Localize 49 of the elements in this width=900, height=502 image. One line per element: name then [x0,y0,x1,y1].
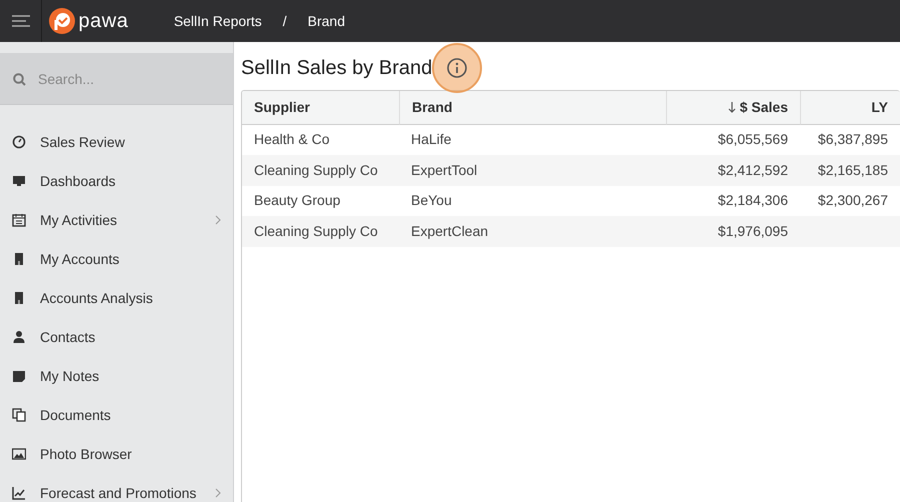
table-cell-text: HaLife [411,130,452,150]
note-icon [12,369,26,383]
table-cell-text: $2,412,592 [718,160,788,180]
page-title: SellIn Sales by Brand [241,56,432,80]
column-header[interactable]: Brand [399,90,666,124]
building-icon [12,291,26,305]
table-cell-text: $2,165,185 [818,160,888,180]
menu-icon[interactable] [12,15,30,27]
building-icon [12,252,26,266]
documents-icon [12,408,26,422]
sidebar-item[interactable]: Accounts Analysis [0,278,233,318]
search-icon [13,73,26,86]
gauge-icon [12,135,26,149]
sidebar-item[interactable]: My Notes [0,356,233,396]
column-header[interactable]: Supplier [242,90,399,124]
table-cell-text: Beauty Group [254,191,340,210]
sidebar-item[interactable]: My Accounts [0,240,233,278]
person-icon [12,330,26,344]
table-cell-text: ExpertTool [411,160,478,180]
table-cell-text: $2,184,306 [718,191,788,210]
logo-icon [49,8,75,34]
sidebar-item[interactable]: Documents [0,396,233,434]
breadcrumb[interactable]: / [282,10,287,32]
breadcrumb[interactable]: SellIn Reports [174,10,262,32]
chart-icon [12,486,26,500]
breadcrumb[interactable]: Brand [308,10,345,32]
sidebar-item[interactable]: My Activities [0,200,233,240]
sidebar-item[interactable]: Photo Browser [0,434,233,474]
column-header[interactable]: LY [800,90,900,124]
table-cell-text: ExpertClean [411,222,488,241]
table-cell-text: $6,055,569 [718,130,788,150]
table-cell-text: BeYou [411,191,452,210]
table-cell-text: $2,300,267 [818,191,888,210]
sidebar-item[interactable]: Contacts [0,318,233,356]
monitor-icon [12,174,26,188]
table-cell-text: $1,976,095 [718,222,788,241]
search-field[interactable]: Search... [0,53,233,105]
image-icon [12,447,26,461]
table-cell-text: Cleaning Supply Co [254,160,378,180]
table-cell-text: Cleaning Supply Co [254,222,378,241]
logo-text: pawa [78,9,128,34]
column-header[interactable]: $ Sales [666,90,800,124]
info-icon[interactable] [446,56,468,78]
sidebar-item[interactable]: Sales Review [0,122,233,162]
sidebar-item[interactable]: Forecast and Promotions [0,474,233,502]
sidebar-item[interactable]: Dashboards [0,162,233,200]
table-cell-text: $6,387,895 [818,130,888,150]
table-cell-text: Health & Co [254,130,330,150]
calendar-icon [12,213,26,227]
